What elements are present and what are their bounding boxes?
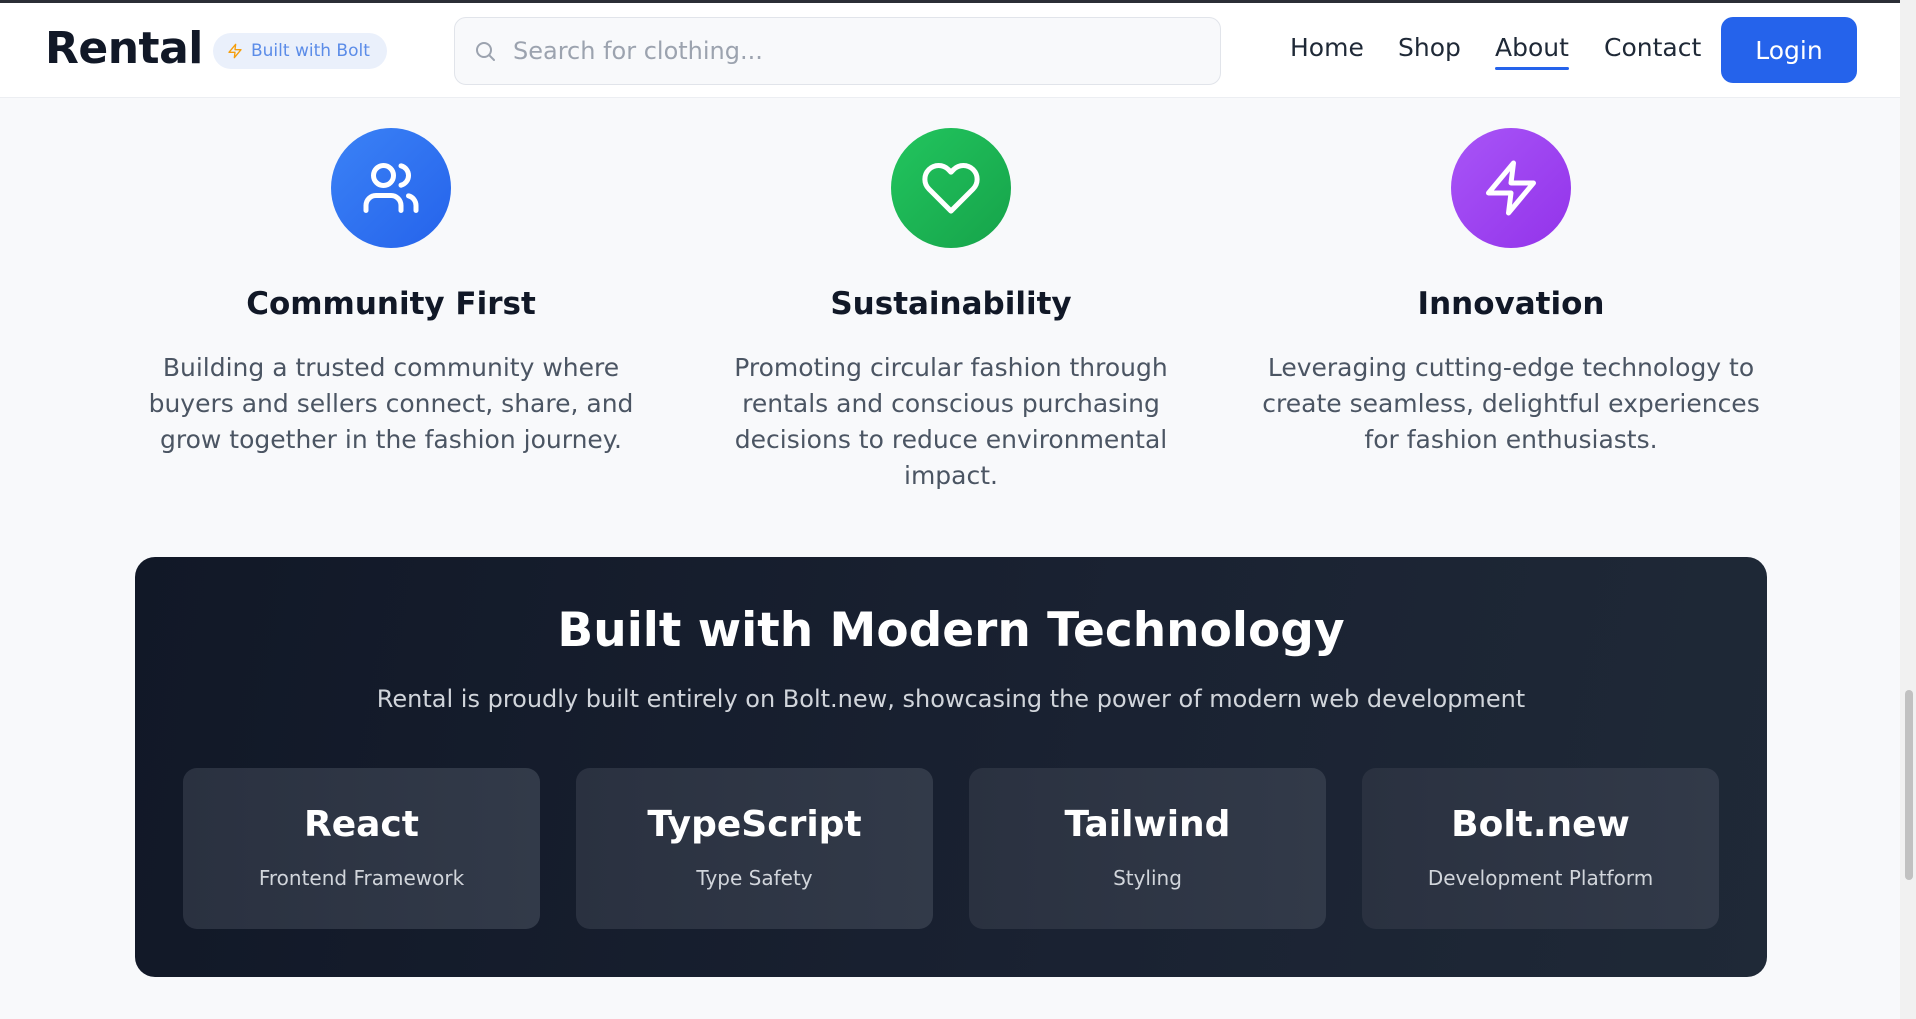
- zap-icon: [1486, 160, 1536, 216]
- built-with-bolt-badge[interactable]: Built with Bolt: [213, 33, 387, 69]
- bolt-icon: [228, 43, 242, 59]
- tech-name: TypeScript: [647, 804, 862, 845]
- value-description: Leveraging cutting-edge technology to cr…: [1262, 353, 1760, 454]
- search-bar[interactable]: [454, 17, 1221, 85]
- site-header: Rental Built with Bolt Home Shop About C…: [0, 3, 1900, 98]
- login-button[interactable]: Login: [1721, 17, 1857, 83]
- value-icon-circle: [1451, 128, 1571, 248]
- value-card-community: Community First Building a trusted commu…: [121, 128, 661, 458]
- nav-about[interactable]: About: [1495, 33, 1569, 70]
- tech-title: Built with Modern Technology: [557, 603, 1345, 658]
- search-icon: [476, 42, 495, 61]
- tech-name: React: [304, 804, 419, 845]
- nav-shop[interactable]: Shop: [1398, 33, 1461, 62]
- tech-desc: Development Platform: [1427, 866, 1654, 890]
- value-icon-circle: [891, 128, 1011, 248]
- page-scrollbar-thumb[interactable]: [1905, 690, 1913, 880]
- tech-name: Bolt.new: [1451, 804, 1630, 845]
- value-title: Innovation: [1417, 286, 1605, 322]
- tech-desc: Type Safety: [696, 866, 813, 890]
- heart-icon: [922, 163, 980, 214]
- tech-card-tailwind: Tailwind Styling: [969, 768, 1326, 929]
- value-card-innovation: Innovation Leveraging cutting-edge techn…: [1241, 128, 1781, 458]
- value-description: Building a trusted community where buyer…: [148, 353, 634, 454]
- value-title: Community First: [246, 286, 536, 322]
- tech-desc: Frontend Framework: [258, 866, 465, 890]
- value-title: Sustainability: [830, 286, 1072, 322]
- tech-subtitle: Rental is proudly built entirely on Bolt…: [376, 685, 1526, 713]
- value-description: Promoting circular fashion through renta…: [734, 353, 1168, 490]
- tech-card-react: React Frontend Framework: [183, 768, 540, 929]
- tech-desc: Styling: [1113, 866, 1182, 890]
- value-card-sustainability: Sustainability Promoting circular fashio…: [681, 128, 1221, 494]
- users-icon: [363, 163, 419, 213]
- tech-section: Built with Modern Technology Rental is p…: [135, 557, 1767, 977]
- value-icon-circle: [331, 128, 451, 248]
- nav-contact[interactable]: Contact: [1604, 33, 1701, 62]
- brand-logo[interactable]: Rental: [45, 23, 203, 74]
- tech-name: Tailwind: [1064, 804, 1231, 845]
- badge-label: Built with Bolt: [251, 41, 370, 61]
- tech-card-boltnew: Bolt.new Development Platform: [1362, 768, 1719, 929]
- search-input[interactable]: [513, 37, 1193, 65]
- tech-card-typescript: TypeScript Type Safety: [576, 768, 933, 929]
- nav-home[interactable]: Home: [1290, 33, 1364, 62]
